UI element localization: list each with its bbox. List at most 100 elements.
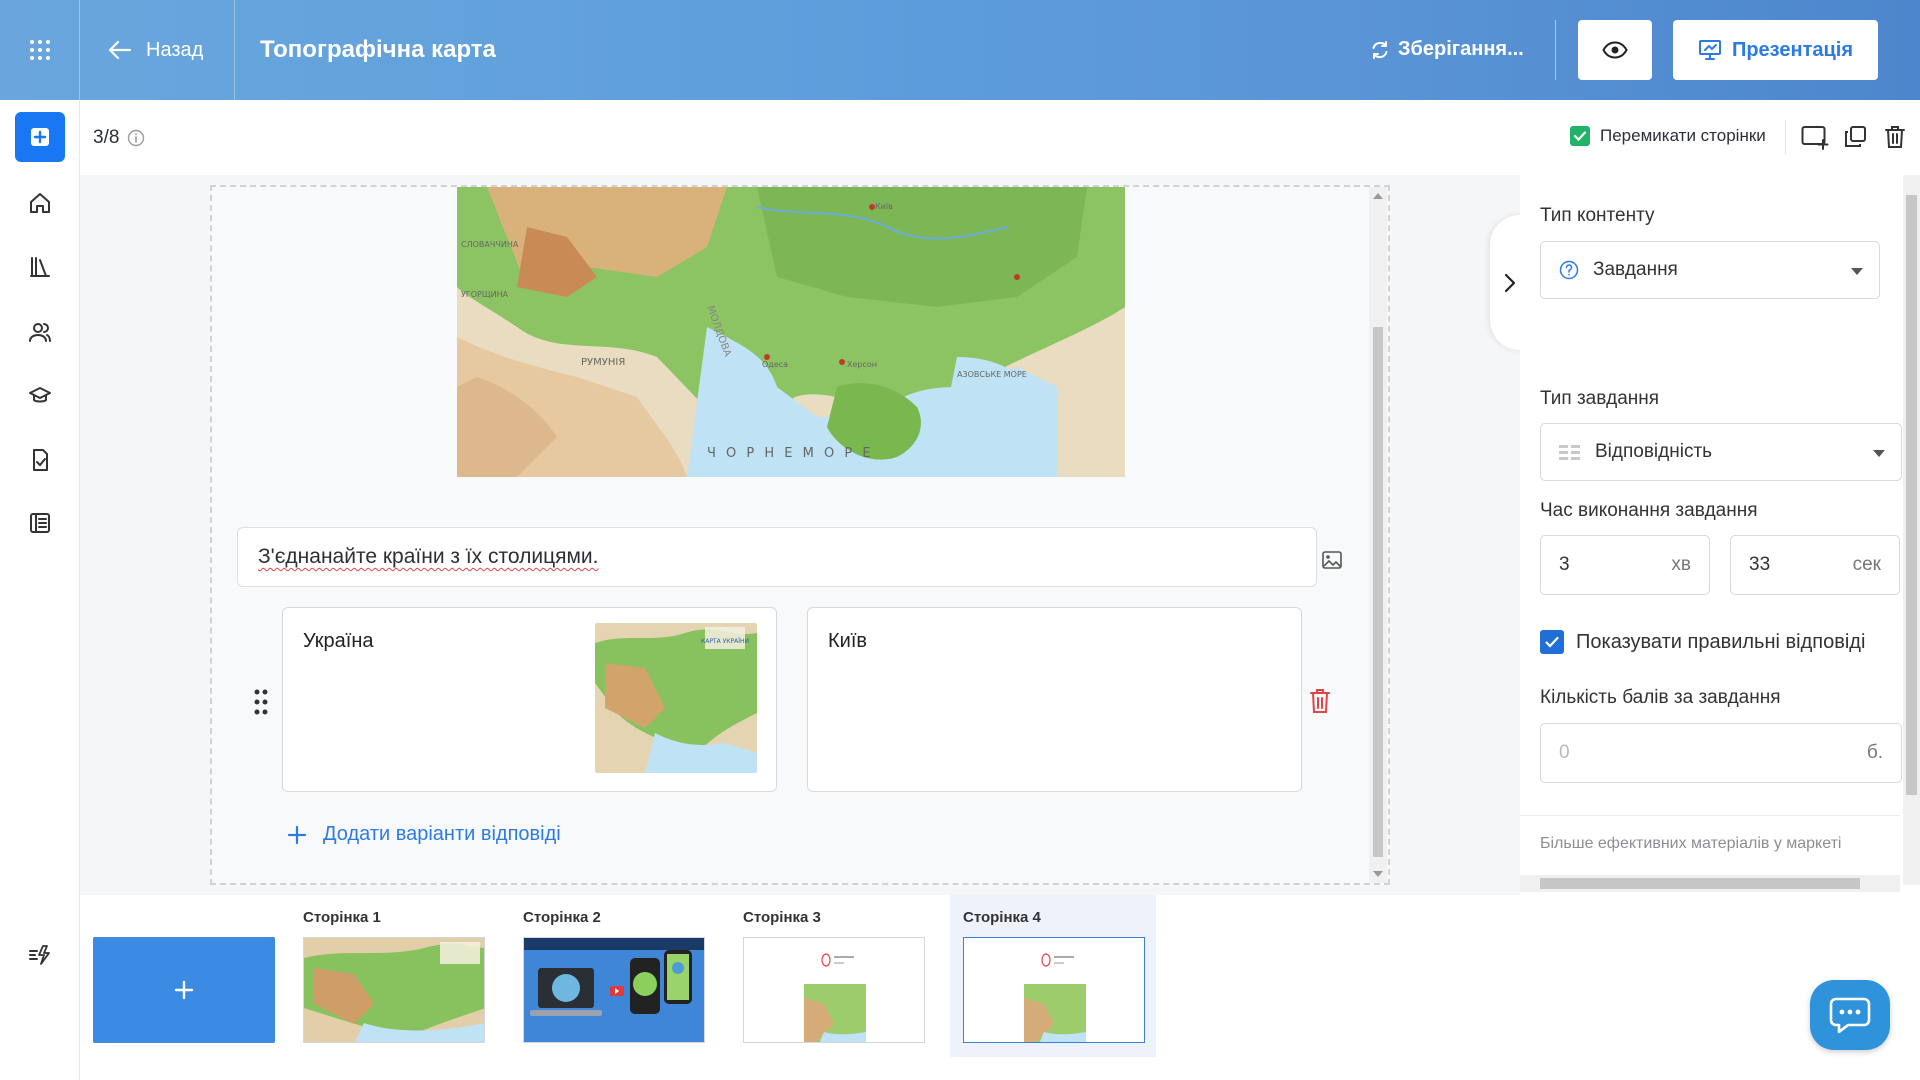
- add-page-icon-button[interactable]: [1800, 122, 1830, 152]
- drag-handle-icon[interactable]: [252, 687, 270, 717]
- add-slide-icon: [1801, 126, 1829, 150]
- plus-icon: [287, 825, 307, 844]
- question-input[interactable]: З'єднанайте країни з їх столицями.: [237, 527, 1317, 587]
- insert-image-icon[interactable]: [1322, 551, 1342, 569]
- pair-right-card[interactable]: Київ: [807, 607, 1302, 792]
- panel-vertical-scrollbar[interactable]: [1903, 175, 1920, 885]
- task-type-select[interactable]: Відповідність: [1540, 423, 1902, 481]
- task-type-label: Тип завдання: [1540, 388, 1660, 409]
- chat-bubble-icon: [1829, 997, 1871, 1034]
- points-label: Кількість балів за завдання: [1540, 687, 1781, 708]
- show-answers-checkbox[interactable]: [1540, 630, 1564, 654]
- sidebar-item-users[interactable]: [25, 317, 55, 347]
- left-sidebar: [0, 100, 80, 1080]
- panel-scroll-thumb[interactable]: [1906, 195, 1917, 795]
- sidebar-item-home[interactable]: [25, 188, 55, 218]
- scroll-down-arrow[interactable]: [1373, 871, 1383, 877]
- page-thumb-3[interactable]: Сторінка 3: [730, 895, 936, 1057]
- map-thumbnail: [304, 938, 484, 1042]
- header-divider: [1555, 20, 1556, 80]
- sidebar-item-tasks[interactable]: [25, 445, 55, 475]
- video-thumbnail: [524, 938, 704, 1042]
- duplicate-page-button[interactable]: [1840, 122, 1870, 152]
- map-label-black-sea: Ч О Р Н Е М О Р Е: [707, 446, 874, 461]
- pair-left-label: Україна: [303, 630, 374, 652]
- panel-hscroll-thumb[interactable]: [1540, 878, 1860, 889]
- check-icon: [1545, 636, 1559, 648]
- switch-pages-checkbox[interactable]: [1570, 126, 1590, 146]
- switch-pages-toggle[interactable]: Перемикати сторінки: [1570, 126, 1766, 146]
- editor-scrollbar[interactable]: [1369, 187, 1387, 883]
- saving-label: Зберігання...: [1398, 38, 1524, 60]
- pair-right-label: Київ: [828, 630, 868, 652]
- page-thumb-2[interactable]: Сторінка 2: [510, 895, 716, 1057]
- chat-support-button[interactable]: [1810, 980, 1890, 1050]
- delete-pair-icon[interactable]: [1308, 687, 1332, 715]
- minutes-unit: хв: [1671, 554, 1691, 575]
- library-icon: [30, 257, 50, 277]
- ukraine-map-illustration: РУМУНІЯ Ч О Р Н Е М О Р Е АЗОВСЬКЕ МОРЕ …: [457, 187, 1125, 477]
- question-circle-icon: [1559, 260, 1579, 280]
- points-placeholder: 0: [1559, 742, 1570, 763]
- toolbar-divider: [1785, 120, 1786, 154]
- map-label-azov: АЗОВСЬКЕ МОРЕ: [957, 370, 1027, 379]
- sidebar-item-library[interactable]: [25, 252, 55, 282]
- page-thumb-1[interactable]: Сторінка 1: [290, 895, 496, 1057]
- checklist-icon: [33, 449, 48, 471]
- info-icon[interactable]: [127, 129, 145, 147]
- chevron-down-icon: [1851, 268, 1863, 275]
- editor-toolbar: 3/8 Перемикати сторінки: [80, 100, 1920, 175]
- pair-left-card[interactable]: Україна КАРТА УКРАЇНИ: [282, 607, 777, 792]
- journal-icon: [30, 513, 50, 533]
- home-icon: [30, 193, 50, 213]
- back-button[interactable]: Назад: [80, 0, 235, 100]
- seconds-value: 33: [1749, 554, 1771, 575]
- copy-icon: [1845, 126, 1866, 147]
- plus-square-icon: [31, 128, 49, 146]
- apps-grid-button[interactable]: [0, 0, 80, 100]
- sidebar-item-courses[interactable]: [25, 381, 55, 411]
- question-text: З'єднанайте країни з їх столицями.: [258, 545, 599, 568]
- presentation-button[interactable]: Презентація: [1673, 20, 1878, 80]
- show-answers-toggle[interactable]: Показувати правильні відповіді: [1540, 630, 1865, 654]
- add-answers-button[interactable]: Додати варіанти відповіді: [287, 823, 561, 846]
- add-answers-label: Додати варіанти відповіді: [323, 823, 561, 845]
- page-thumb-preview[interactable]: [743, 937, 925, 1043]
- switch-pages-label: Перемикати сторінки: [1600, 126, 1766, 145]
- content-type-label: Тип контенту: [1540, 205, 1655, 226]
- map-label-hungary: УГОРЩИНА: [461, 290, 509, 299]
- seconds-input[interactable]: 33 сек: [1730, 535, 1900, 595]
- more-materials-link[interactable]: Більше ефективних матеріалів у маркеті: [1540, 835, 1841, 853]
- arrow-left-icon: [108, 40, 132, 60]
- page-thumb-preview[interactable]: [963, 937, 1145, 1043]
- minutes-input[interactable]: 3 хв: [1540, 535, 1710, 595]
- page-thumb-preview[interactable]: [303, 937, 485, 1043]
- add-page-button[interactable]: [93, 937, 275, 1043]
- sidebar-item-quick-actions[interactable]: [25, 940, 55, 970]
- editor-canvas: РУМУНІЯ Ч О Р Н Е М О Р Е АЗОВСЬКЕ МОРЕ …: [210, 185, 1390, 885]
- page-title: Топографічна карта: [260, 36, 496, 63]
- task-thumbnail: [964, 938, 1144, 1042]
- page-thumb-4[interactable]: Сторінка 4: [950, 895, 1156, 1057]
- seconds-unit: сек: [1852, 554, 1881, 575]
- delete-page-button[interactable]: [1880, 122, 1910, 152]
- chevron-right-icon: [1504, 273, 1516, 292]
- points-input[interactable]: 0 б.: [1540, 723, 1902, 783]
- ukraine-map-thumbnail: КАРТА УКРАЇНИ: [595, 623, 757, 773]
- sidebar-item-journal[interactable]: [25, 508, 55, 538]
- preview-button[interactable]: [1578, 20, 1652, 80]
- scroll-thumb[interactable]: [1373, 327, 1383, 857]
- sync-icon: [1372, 40, 1388, 59]
- page-counter-value: 3/8: [93, 127, 120, 148]
- map-label-kherson: Херсон: [847, 360, 877, 369]
- pages-strip: Сторінка 1 Сторінка 2 Сторінка 3 Сторінк…: [80, 895, 1920, 1080]
- page-thumb-preview[interactable]: [523, 937, 705, 1043]
- apps-grid-icon: [29, 40, 50, 60]
- sidebar-add-button[interactable]: [15, 112, 65, 162]
- panel-horizontal-scrollbar[interactable]: [1520, 875, 1900, 892]
- scroll-up-arrow[interactable]: [1373, 193, 1383, 199]
- task-type-value: Відповідність: [1595, 441, 1713, 462]
- chevron-down-icon: [1873, 450, 1885, 457]
- content-type-select[interactable]: Завдання: [1540, 241, 1880, 299]
- eye-icon: [1602, 41, 1628, 59]
